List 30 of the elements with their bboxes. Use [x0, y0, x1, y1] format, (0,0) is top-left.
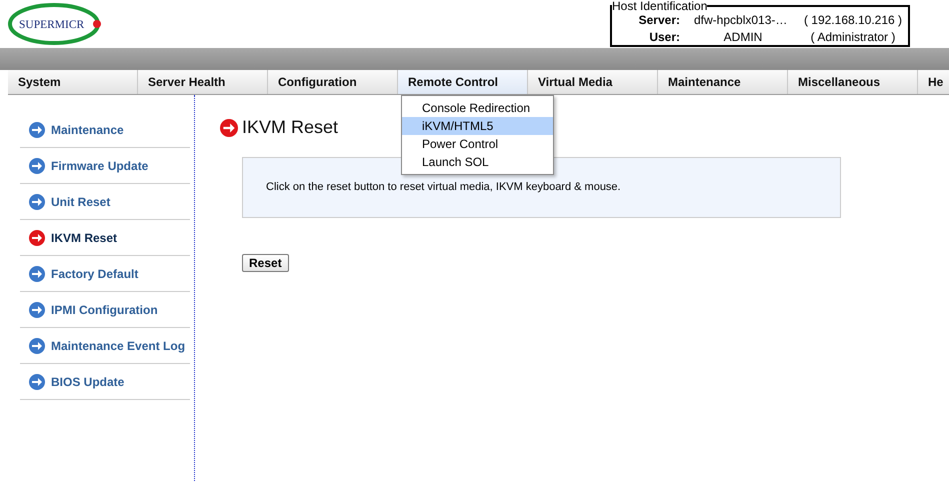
field-detail: ( 192.168.10.216 ) — [802, 12, 904, 29]
info-text: Click on the reset button to reset virtual media, IKVM keyboard & mouse. — [266, 181, 621, 193]
reset-button[interactable]: Reset — [242, 254, 289, 272]
field-value: ADMIN — [722, 29, 764, 46]
nav-tab[interactable]: Server Health — [138, 70, 268, 94]
field-detail: ( Administrator ) — [810, 29, 896, 46]
nav-tab[interactable]: Maintenance — [658, 70, 788, 94]
menu-item[interactable]: Power Control — [402, 135, 553, 153]
nav-tab[interactable]: Miscellaneous — [788, 70, 918, 94]
nav-tab[interactable]: He — [918, 70, 949, 94]
nav-tab[interactable]: Virtual Media — [528, 70, 658, 94]
sidebar-item[interactable]: Firmware Update — [20, 148, 190, 184]
field-value: dfw-hpcblx013-… — [693, 12, 788, 29]
sidebar-item[interactable]: Factory Default — [20, 256, 190, 292]
sidebar-item[interactable]: Maintenance Event Log — [20, 328, 190, 364]
sidebar-item[interactable]: IPMI Configuration — [20, 292, 190, 328]
menu-item[interactable]: Launch SOL — [402, 153, 553, 171]
sidebar-item[interactable]: Maintenance — [20, 112, 190, 148]
field-label: Server: — [638, 12, 681, 29]
sidebar-item[interactable]: IKVM Reset — [20, 220, 190, 256]
panel-legend: Host Identification — [612, 0, 708, 12]
page-title: IKVM Reset — [242, 117, 338, 138]
nav-tab[interactable]: Configuration — [268, 70, 398, 94]
sidebar-item[interactable]: Unit Reset — [20, 184, 190, 220]
menu-item[interactable]: Console Redirection — [402, 99, 553, 117]
menu-item[interactable]: iKVM/HTML5 — [402, 117, 553, 135]
nav-tab[interactable]: Remote Control — [398, 70, 528, 94]
field-label: User: — [648, 29, 681, 46]
nav-tab[interactable]: System — [8, 70, 138, 94]
sidebar-item[interactable]: BIOS Update — [20, 364, 190, 400]
